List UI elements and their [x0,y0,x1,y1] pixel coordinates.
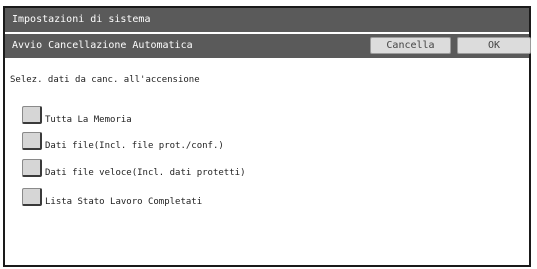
option-file-data[interactable]: Dati file(Incl. file prot./conf.) [22,132,342,154]
option-quick-file-data[interactable]: Dati file veloce(Incl. dati protetti) [22,159,342,181]
checkbox[interactable] [22,159,42,177]
page-title: Avvio Cancellazione Automatica [12,40,193,51]
checkbox[interactable] [22,106,42,124]
option-label: Tutta La Memoria [45,115,132,125]
option-label: Lista Stato Lavoro Completati [45,197,203,207]
option-label: Dati file veloce(Incl. dati protetti) [45,168,246,178]
header-bar: Avvio Cancellazione Automatica Cancella … [5,34,531,58]
checkbox[interactable] [22,132,42,150]
option-label: Dati file(Incl. file prot./conf.) [45,141,224,151]
cancel-button[interactable]: Cancella [370,37,451,54]
instruction-text: Selez. dati da canc. all'accensione [10,75,200,85]
option-job-status-list[interactable]: Lista Stato Lavoro Completati [22,188,342,210]
window-title: Impostazioni di sistema [5,8,529,32]
option-all-memory[interactable]: Tutta La Memoria [22,106,342,128]
checkbox[interactable] [22,188,42,206]
settings-panel: Impostazioni di sistema Avvio Cancellazi… [3,6,531,267]
ok-button[interactable]: OK [457,37,531,54]
